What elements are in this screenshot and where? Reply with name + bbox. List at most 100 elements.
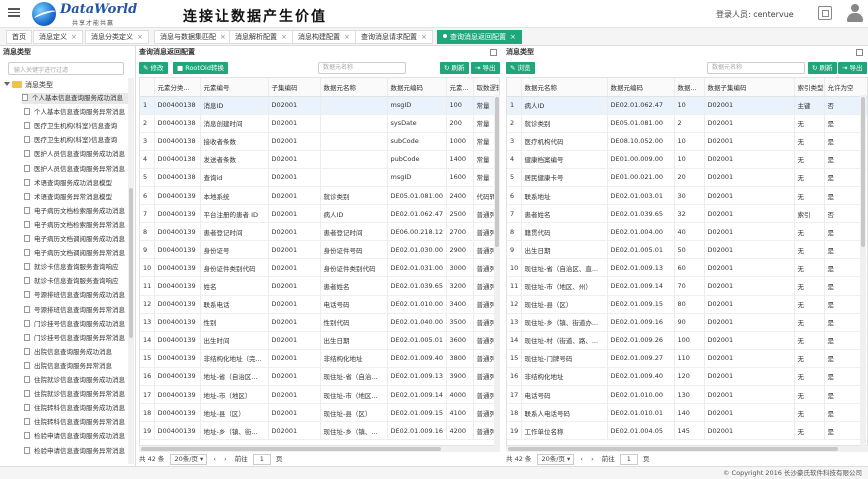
tree-item[interactable]: 就诊卡信息查询服务查询响应 — [24, 276, 128, 287]
right-scroll-thumb[interactable] — [861, 97, 865, 247]
column-header[interactable]: 允许为空 — [824, 78, 867, 97]
table-row[interactable]: 12 现住址-县（区） DE02.01.009.15 80 D02001 无是 — [507, 295, 867, 314]
tree-item[interactable]: 电子病历文档调阅服务异常消息 — [24, 248, 128, 259]
tree-item[interactable]: 检验申请信息查询服务成功消息 — [24, 431, 128, 442]
table-row[interactable]: 11 D00400139 姓名 D02001 患者姓名 DE02.01.039.65 320… — [140, 276, 499, 296]
column-header[interactable]: 元素分类... — [154, 78, 201, 97]
tree-item[interactable]: 电子病历文档检索服务成功消息 — [24, 206, 128, 217]
right-refresh-button[interactable]: ↻ 刷新 — [808, 62, 837, 74]
prev-page-icon[interactable]: ‹ — [213, 455, 216, 463]
column-header[interactable]: 数据元名称 — [521, 78, 608, 97]
page-number-input[interactable]: 1 — [252, 454, 271, 465]
tree-item[interactable]: 医护人员信息查询服务异常消息 — [24, 164, 128, 175]
close-icon[interactable]: × — [510, 33, 516, 41]
column-header[interactable]: 数据元名称 — [320, 78, 388, 97]
mid-refresh-button[interactable]: ↻ 刷新 — [440, 62, 469, 74]
tree-filter-input[interactable]: 输入关键字进行过滤 — [8, 62, 124, 75]
column-header[interactable]: 索引类型... — [794, 78, 825, 97]
mid-hscroll-thumb[interactable] — [141, 447, 441, 451]
right-filter-input[interactable]: 数据元名称 — [707, 62, 805, 74]
fullscreen-icon[interactable] — [818, 6, 832, 20]
view-button[interactable]: ✎ 浏览 — [506, 62, 535, 74]
close-icon[interactable]: × — [344, 33, 350, 41]
tree-item[interactable]: 出院信息查询服务成功消息 — [24, 347, 128, 358]
table-row[interactable]: 3 D00400138 接收者条数 D02001 subCode 1000 常量 — [140, 132, 499, 151]
tree-item[interactable]: 个人基本信息查询服务异常消息 — [24, 107, 128, 118]
table-row[interactable]: 14 D00400139 出生时间 D02001 出生日期 DE02.01.005.01 3… — [140, 331, 499, 350]
column-header[interactable]: 子集编码 — [268, 78, 321, 97]
tree-item[interactable]: 住院转科信息查询服务异常消息 — [24, 417, 128, 428]
mid-scrollbar[interactable] — [494, 95, 500, 446]
table-row[interactable]: 13 现住址-乡（镇、街道办... DE02.01.009.16 90 D02001 无是 — [507, 313, 867, 332]
close-icon[interactable]: × — [421, 33, 427, 41]
tab-message-parse-config[interactable]: 消息解析配置 × — [229, 30, 293, 44]
table-row[interactable]: 8 籍贯代码 DE02.01.004.00 40 D02001 无是 — [507, 222, 867, 242]
table-row[interactable]: 16 D00400139 地址-省（自治区... D02001 现住址-省（自治... D… — [140, 367, 499, 387]
table-row[interactable]: 1 病人ID DE02.01.062.47 10 D02001 主键否 — [507, 96, 867, 115]
table-row[interactable]: 17 电话号码 DE02.01.010.00 130 D02001 无是 — [507, 385, 867, 405]
column-header[interactable]: 数据... — [674, 78, 705, 97]
tree-item[interactable]: 号源排班信息查询服务成功消息 — [24, 290, 128, 301]
table-row[interactable]: 12 D00400139 联系电话 D02001 电话号码 DE02.01.010.00 3… — [140, 295, 499, 314]
tree-item[interactable]: 医疗卫生机构(科室)信息查询 — [24, 121, 128, 132]
tab-query-response-config[interactable]: 查询消息返回配置 × — [437, 30, 522, 44]
caret-down-icon[interactable] — [4, 82, 10, 86]
table-row[interactable]: 10 现住址-省（自治区、直... DE02.01.009.13 60 D02001 无是 — [507, 258, 867, 278]
table-row[interactable]: 7 D00400139 平台注册的患者 ID D02001 病人ID DE02.01.06… — [140, 204, 499, 224]
tab-query-request-config[interactable]: 查询消息请求配置 × — [355, 30, 433, 44]
mid-scroll-thumb[interactable] — [495, 97, 499, 247]
tree-item[interactable]: 检验申请信息查询服务异常消息 — [24, 446, 128, 457]
menu-toggle-icon[interactable] — [8, 6, 20, 18]
tree-item[interactable]: 术语查询服务成功消息模型 — [24, 178, 128, 189]
tab-message-build-config[interactable]: 消息构建配置 × — [292, 30, 356, 44]
tree-item[interactable]: 就诊卡信息查询服务查询响应 — [24, 262, 128, 273]
table-row[interactable]: 2 就诊类别 DE05.01.081.00 2 D02001 无是 — [507, 114, 867, 133]
page-size-select[interactable]: 20条/页 ▾ — [537, 454, 575, 465]
close-icon[interactable]: × — [71, 33, 77, 41]
table-row[interactable]: 15 D00400139 非结构化地址（完... D02001 非结构化地址 DE02.0… — [140, 349, 499, 368]
table-row[interactable]: 5 居民健康卡号 DE01.00.021.00 20 D02001 无是 — [507, 168, 867, 187]
column-header[interactable] — [507, 78, 522, 97]
tree-item[interactable]: 医疗卫生机构(科室)信息查询 — [24, 135, 128, 146]
column-header[interactable]: 数据子集编码 — [704, 78, 795, 97]
tree-item[interactable]: 出院信息查询服务异常消息 — [24, 361, 128, 372]
table-row[interactable]: 15 现住址-门牌号码 DE02.01.009.27 110 D02001 无是 — [507, 349, 867, 368]
maximize-icon[interactable] — [856, 49, 863, 56]
table-row[interactable]: 8 D00400139 患者登记时间 D02001 患者登记时间 DE06.00.218.… — [140, 222, 499, 242]
right-export-button[interactable]: ⇥ 导出 — [838, 62, 867, 74]
table-row[interactable]: 18 D00400139 地址-县（区） D02001 现住址-县（区） DE02.01.… — [140, 403, 499, 423]
table-row[interactable]: 5 D00400138 查询id D02001 msgID 1600 常量 — [140, 168, 499, 187]
tree-root-node[interactable]: 消息类型 — [4, 80, 53, 91]
page-size-select[interactable]: 20条/页 ▾ — [170, 454, 208, 465]
tree-item[interactable]: 术语查询服务异常消息模型 — [24, 192, 128, 203]
rootoid-convert-button[interactable]: ■ RootOid转换 — [173, 62, 228, 74]
table-row[interactable]: 10 D00400139 身份证件类别代码 D02001 身份证件类别代码 DE02.01… — [140, 258, 499, 278]
table-row[interactable]: 4 D00400138 发送者条数 D02001 pubCode 1400 常量 — [140, 150, 499, 169]
tree-item[interactable]: 医护人员信息查询服务成功消息 — [24, 149, 128, 160]
table-row[interactable]: 14 现住址-村（街道、路、... DE02.01.009.26 100 D02001 无… — [507, 331, 867, 350]
column-header[interactable] — [140, 78, 155, 97]
tree-scroll-thumb[interactable] — [129, 188, 133, 338]
table-row[interactable]: 13 D00400139 性别 D02001 性别代码 DE02.01.040.00 350… — [140, 313, 499, 332]
tab-message-dataset-match[interactable]: 消息与数据集匹配 × — [154, 30, 232, 44]
tree-item[interactable]: 号源排班信息查询服务异常消息 — [24, 305, 128, 316]
column-header[interactable]: 数据元编码 — [607, 78, 675, 97]
table-row[interactable]: 6 D00400139 本地系统 D02001 就诊类别 DE05.01.081.00 24… — [140, 186, 499, 206]
tab-message-category[interactable]: 消息分类定义 × — [85, 30, 149, 44]
tree-scrollbar[interactable] — [128, 78, 134, 464]
table-row[interactable]: 7 患者姓名 DE02.01.039.65 32 D02001 索引否 — [507, 204, 867, 224]
column-header[interactable]: 取数逻辑 — [473, 78, 499, 97]
column-header[interactable]: 数据元编码 — [387, 78, 447, 97]
tree-item[interactable]: 个人基本信息查询服务成功消息 — [22, 93, 128, 104]
table-row[interactable]: 4 健康档案编号 DE01.00.009.00 10 D02001 无是 — [507, 150, 867, 169]
right-scrollbar[interactable] — [860, 95, 866, 446]
tree-item[interactable]: 住院就诊信息查询服务异常消息 — [24, 389, 128, 400]
tree-item[interactable]: 住院转科信息查询服务成功消息 — [24, 403, 128, 414]
user-avatar-icon[interactable] — [846, 3, 864, 23]
table-row[interactable]: 18 联系人电话号码 DE02.01.010.01 140 D02001 无是 — [507, 403, 867, 423]
table-row[interactable]: 19 D00400139 地址-乡（镇、街... D02001 现住址-乡（镇、... D… — [140, 421, 499, 441]
tab-message-definition[interactable]: 消息定义 × — [33, 30, 83, 44]
close-icon[interactable]: × — [137, 33, 143, 41]
page-number-input[interactable]: 1 — [619, 454, 638, 465]
column-header[interactable]: 元素编号 — [200, 78, 269, 97]
